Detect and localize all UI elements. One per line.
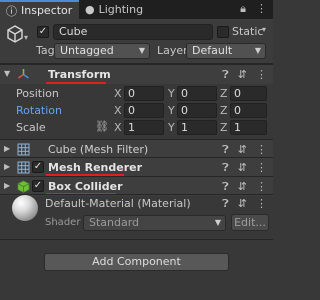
link-icon[interactable]: ⛓: [95, 120, 109, 133]
static-dropdown-icon[interactable]: ▾: [262, 25, 266, 34]
mesh-filter-header[interactable]: ▶ Cube (Mesh Filter) ❓︎ ⇵ ⋮: [0, 139, 273, 159]
shader-label: Shader: [45, 217, 81, 228]
more-menu-icon[interactable]: ⋮: [256, 197, 267, 211]
more-menu-icon[interactable]: ⋮: [256, 143, 267, 157]
mesh-renderer-header[interactable]: ▶ ✓ Mesh Renderer ❓︎ ⇵ ⋮: [0, 157, 273, 177]
axis-z-label: Z: [220, 121, 228, 134]
tag-label: Tag: [36, 44, 55, 57]
scale-x-field[interactable]: 1: [124, 120, 164, 135]
active-checkbox[interactable]: ✓: [37, 26, 49, 38]
tab-bar: ⓘ Inspector ● Lighting 🔒︎ ⋮: [0, 0, 273, 19]
transform-title: Transform: [48, 68, 111, 81]
box-collider-title: Box Collider: [48, 180, 123, 193]
tab-lighting[interactable]: ● Lighting: [79, 0, 149, 19]
lightbulb-icon: ●: [85, 3, 95, 16]
chevron-down-icon: ▼: [254, 46, 261, 55]
position-label: Position: [16, 87, 59, 100]
tab-inspector[interactable]: ⓘ Inspector: [0, 0, 79, 19]
scale-y-field[interactable]: 1: [177, 120, 217, 135]
rotation-label: Rotation: [16, 104, 63, 117]
fold-down-icon[interactable]: ▼: [4, 69, 10, 78]
help-icon[interactable]: ❓︎: [222, 197, 229, 211]
position-y-field[interactable]: 0: [177, 86, 217, 101]
edit-shader-button[interactable]: Edit...: [231, 214, 269, 231]
material-preview-sphere: [12, 195, 38, 221]
add-component-button[interactable]: Add Component: [44, 253, 229, 271]
more-menu-icon[interactable]: ⋮: [256, 180, 267, 194]
mesh-renderer-actions: ❓︎ ⇵ ⋮: [222, 161, 267, 175]
static-checkbox[interactable]: [217, 26, 229, 38]
mesh-grid-icon: [17, 143, 30, 156]
more-menu-icon[interactable]: ⋮: [256, 2, 267, 16]
scale-label: Scale: [16, 121, 46, 134]
mesh-renderer-icon: [17, 161, 30, 174]
transform-icon: [18, 69, 29, 79]
more-menu-icon[interactable]: ⋮: [256, 161, 267, 175]
layer-dropdown[interactable]: Default ▼: [186, 43, 266, 59]
object-header: ▾ ✓ Cube Static ▾ Tag Untagged ▼ Layer D…: [0, 19, 273, 64]
lock-icon[interactable]: 🔒︎: [240, 2, 246, 16]
chevron-down-icon[interactable]: ▾: [24, 33, 28, 42]
shader-dropdown[interactable]: Standard ▼: [83, 215, 226, 231]
material-name: Default-Material (Material): [45, 197, 191, 210]
mesh-filter-actions: ❓︎ ⇵ ⋮: [222, 143, 267, 157]
cube-icon[interactable]: [6, 25, 24, 43]
transform-underline: [46, 82, 106, 84]
fold-right-icon[interactable]: ▶: [4, 144, 10, 153]
box-collider-enabled-checkbox[interactable]: ✓: [32, 180, 44, 192]
axis-z-label: Z: [220, 87, 228, 100]
axis-x-label: X: [114, 104, 122, 117]
static-label: Static: [232, 25, 264, 38]
transform-actions: ❓︎ ⇵ ⋮: [222, 68, 267, 82]
mesh-filter-title: Cube (Mesh Filter): [48, 143, 149, 156]
info-icon: ⓘ: [6, 4, 17, 18]
help-icon[interactable]: ❓︎: [222, 161, 229, 175]
separator: [0, 194, 273, 195]
axis-x-label: X: [114, 87, 122, 100]
rotation-y-field[interactable]: 0: [177, 103, 217, 118]
preset-icon[interactable]: ⇵: [238, 161, 247, 175]
mesh-renderer-title: Mesh Renderer: [48, 161, 143, 174]
layer-label: Layer: [157, 44, 188, 57]
position-x-field[interactable]: 0: [124, 86, 164, 101]
chevron-down-icon: ▼: [214, 218, 221, 227]
transform-header[interactable]: ▼ Transform ❓︎ ⇵ ⋮: [0, 64, 273, 84]
axis-z-label: Z: [220, 104, 228, 117]
material-actions: ❓︎ ⇵ ⋮: [222, 197, 267, 211]
tag-dropdown[interactable]: Untagged ▼: [54, 43, 150, 59]
box-collider-header[interactable]: ▶ ✓ Box Collider ❓︎ ⇵ ⋮: [0, 176, 273, 196]
shader-value: Standard: [89, 216, 140, 229]
axis-y-label: Y: [168, 104, 175, 117]
tab-inspector-label: Inspector: [21, 4, 73, 17]
axis-y-label: Y: [168, 87, 175, 100]
preset-icon[interactable]: ⇵: [238, 180, 247, 194]
axis-x-label: X: [114, 121, 122, 134]
tag-value: Untagged: [60, 44, 114, 57]
help-icon[interactable]: ❓︎: [222, 143, 229, 157]
rotation-x-field[interactable]: 0: [124, 103, 164, 118]
chevron-down-icon: ▼: [138, 46, 145, 55]
preset-icon[interactable]: ⇵: [238, 143, 247, 157]
object-name-field[interactable]: Cube: [53, 24, 213, 40]
layer-value: Default: [192, 44, 233, 57]
more-menu-icon[interactable]: ⋮: [256, 68, 267, 82]
fold-right-icon[interactable]: ▶: [4, 162, 10, 171]
tab-actions: 🔒︎ ⋮: [240, 2, 267, 16]
fold-right-icon[interactable]: ▶: [4, 181, 10, 190]
scale-z-field[interactable]: 1: [230, 120, 267, 135]
help-icon[interactable]: ❓︎: [222, 68, 229, 82]
preset-icon[interactable]: ⇵: [238, 68, 247, 82]
separator: [0, 239, 273, 240]
tab-lighting-label: Lighting: [98, 3, 144, 16]
box-collider-icon: [17, 180, 30, 193]
preset-icon[interactable]: ⇵: [238, 197, 247, 211]
mesh-renderer-enabled-checkbox[interactable]: ✓: [32, 161, 44, 173]
position-z-field[interactable]: 0: [230, 86, 267, 101]
axis-y-label: Y: [168, 121, 175, 134]
box-collider-actions: ❓︎ ⇵ ⋮: [222, 180, 267, 194]
rotation-z-field[interactable]: 0: [230, 103, 267, 118]
help-icon[interactable]: ❓︎: [222, 180, 229, 194]
